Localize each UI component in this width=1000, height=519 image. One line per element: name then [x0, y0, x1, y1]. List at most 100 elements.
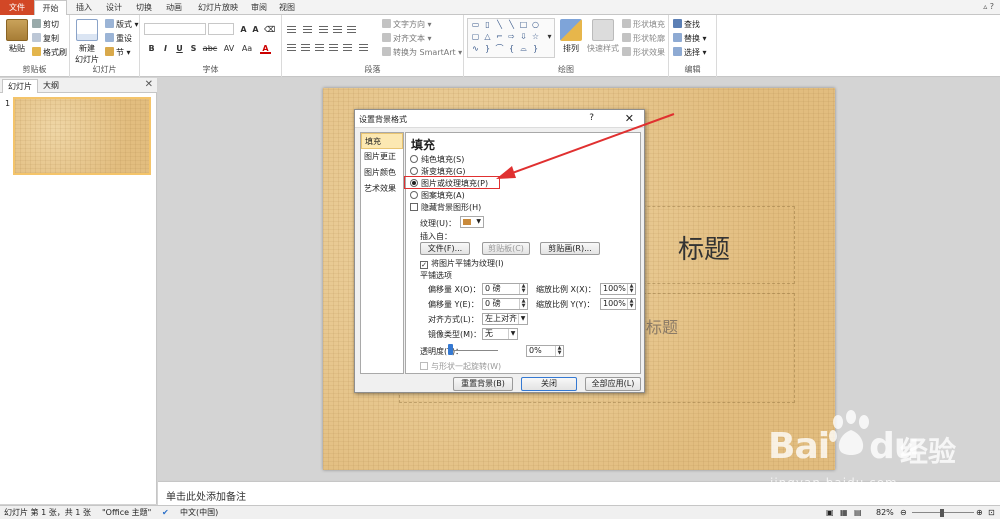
spinner-arrows-icon[interactable]: ▲ ▼: [627, 284, 635, 294]
gallery-more-icon[interactable]: ▾: [544, 32, 555, 42]
tab-animations[interactable]: 动画: [160, 0, 188, 15]
spinner-arrows-icon[interactable]: ▲ ▼: [627, 299, 635, 309]
line-shape-icon[interactable]: ╲: [494, 20, 505, 30]
offset-x-spinner[interactable]: 0 磅 ▲ ▼: [482, 283, 528, 295]
offset-y-spinner[interactable]: 0 磅 ▲ ▼: [482, 298, 528, 310]
select-button[interactable]: 选择 ▾: [673, 47, 707, 59]
clipart-button[interactable]: 剪贴画(R)...: [540, 242, 600, 255]
checkbox-checked[interactable]: ✓: [420, 261, 428, 269]
find-button[interactable]: 查找: [673, 19, 700, 31]
strikethrough-button[interactable]: abc: [202, 43, 218, 54]
curve-shape-icon[interactable]: ∿: [470, 44, 481, 54]
zoom-slider-thumb[interactable]: [940, 509, 944, 517]
normal-view-icon[interactable]: ▣: [826, 506, 834, 519]
transparency-slider-track[interactable]: [448, 350, 498, 351]
justify-icon[interactable]: [328, 42, 339, 52]
line-spacing-icon[interactable]: [346, 24, 357, 34]
triangle-shape-icon[interactable]: △: [482, 32, 493, 42]
text-direction-button[interactable]: 文字方向 ▾: [382, 19, 432, 31]
scale-x-spinner[interactable]: 100% ▲ ▼: [600, 283, 636, 295]
change-case-button[interactable]: Aa: [240, 43, 254, 54]
alignment-dropdown[interactable]: 左上对齐 ▼: [482, 313, 528, 325]
tab-design[interactable]: 设计: [100, 0, 128, 15]
corner-shape-icon[interactable]: ⌐: [494, 32, 505, 42]
tab-home[interactable]: 开始: [34, 0, 67, 16]
textbox-shape-icon[interactable]: ▭: [470, 20, 481, 30]
copy-button[interactable]: 复制: [32, 33, 59, 45]
nav-artistic-effects[interactable]: 艺术效果: [361, 181, 403, 197]
layout-button[interactable]: 版式 ▾: [105, 19, 139, 31]
star-shape-icon[interactable]: ☆: [530, 32, 541, 42]
increase-indent-icon[interactable]: [332, 24, 343, 34]
radio-solid-fill[interactable]: 纯色填充(S): [410, 154, 464, 165]
align-right-icon[interactable]: [314, 42, 325, 52]
paste-button[interactable]: 粘贴: [2, 19, 32, 54]
tile-as-texture-check[interactable]: ✓ 将图片平铺为纹理(I): [420, 258, 504, 269]
bracket-shape-icon[interactable]: {: [506, 44, 517, 54]
file-button[interactable]: 文件(F)...: [420, 242, 470, 255]
italic-button[interactable]: I: [160, 43, 171, 54]
fit-to-window-icon[interactable]: ⊡: [988, 506, 995, 519]
new-slide-button[interactable]: 新建 幻灯片: [72, 19, 102, 65]
checkbox[interactable]: [410, 203, 418, 211]
spinner-arrows-icon[interactable]: ▲ ▼: [519, 284, 527, 294]
align-center-icon[interactable]: [300, 42, 311, 52]
tab-outline-pane[interactable]: 大纲: [38, 79, 64, 93]
reset-background-button[interactable]: 重置背景(B): [453, 377, 513, 391]
brace2-shape-icon[interactable]: }: [530, 44, 541, 54]
textbox-v-shape-icon[interactable]: ▯: [482, 20, 493, 30]
tab-slideshow[interactable]: 幻灯片放映: [192, 0, 244, 15]
decrease-indent-icon[interactable]: [318, 24, 329, 34]
shape-effects-button[interactable]: 形状效果: [622, 47, 665, 59]
reading-view-icon[interactable]: ▤: [854, 506, 862, 519]
bold-button[interactable]: B: [146, 43, 157, 54]
brace-shape-icon[interactable]: }: [482, 44, 493, 54]
tab-slides-pane[interactable]: 幻灯片: [2, 79, 38, 93]
numbering-icon[interactable]: [302, 24, 313, 34]
scale-y-spinner[interactable]: 100% ▲ ▼: [600, 298, 636, 310]
arc2-shape-icon[interactable]: ⌓: [518, 44, 529, 54]
arrange-button[interactable]: 排列: [556, 19, 586, 54]
radio-pattern-fill[interactable]: 图案填充(A): [410, 190, 465, 201]
zoom-level[interactable]: 82%: [876, 506, 894, 519]
spellcheck-icon[interactable]: ✔: [162, 506, 169, 519]
shape-fill-button[interactable]: 形状填充: [622, 19, 665, 31]
replace-button[interactable]: 替换 ▾: [673, 33, 707, 45]
shapes-gallery[interactable]: ▭ ▯ ╲ ╲ □ ○ ▢ △ ⌐ ⇨ ⇩ ☆ ∿ } ⌒ { ⌓ } ▾: [467, 18, 555, 58]
shape-outline-button[interactable]: 形状轮廓: [622, 33, 665, 45]
zoom-in-icon[interactable]: ⊕: [976, 506, 983, 519]
hide-bg-graphics-check[interactable]: 隐藏背景图形(H): [410, 202, 481, 213]
radio-button[interactable]: [410, 191, 418, 199]
arrow-down-shape-icon[interactable]: ⇩: [518, 32, 529, 42]
slide-sorter-icon[interactable]: ▦: [840, 506, 848, 519]
line2-shape-icon[interactable]: ╲: [506, 20, 517, 30]
oval-shape-icon[interactable]: ○: [530, 20, 541, 30]
mirror-type-dropdown[interactable]: 无 ▼: [482, 328, 518, 340]
cut-button[interactable]: 剪切: [32, 19, 59, 31]
clear-format-icon[interactable]: ⌫: [264, 24, 275, 35]
shrink-font-icon[interactable]: A: [250, 24, 261, 35]
quick-styles-button[interactable]: 快速样式: [586, 19, 620, 54]
transparency-slider-thumb[interactable]: [448, 344, 453, 355]
rounded-rect-shape-icon[interactable]: ▢: [470, 32, 481, 42]
convert-smartart-button[interactable]: 转换为 SmartArt ▾: [382, 47, 462, 59]
nav-picture-color[interactable]: 图片颜色: [361, 165, 403, 181]
tab-insert[interactable]: 插入: [70, 0, 98, 15]
zoom-out-icon[interactable]: ⊖: [900, 506, 907, 519]
font-size-combo[interactable]: [208, 23, 234, 35]
close-button[interactable]: 关闭: [521, 377, 577, 391]
reset-button[interactable]: 重设: [105, 33, 132, 45]
distributed-icon[interactable]: [342, 42, 353, 52]
spinner-arrows-icon[interactable]: ▲ ▼: [555, 346, 563, 356]
tab-file[interactable]: 文件: [0, 0, 34, 15]
tab-transitions[interactable]: 切换: [130, 0, 158, 15]
apply-to-all-button[interactable]: 全部应用(L): [585, 377, 641, 391]
radio-button[interactable]: [410, 155, 418, 163]
arrow-right-shape-icon[interactable]: ⇨: [506, 32, 517, 42]
format-painter-button[interactable]: 格式刷: [32, 47, 67, 59]
arc-shape-icon[interactable]: ⌒: [494, 44, 505, 54]
section-button[interactable]: 节 ▾: [105, 47, 131, 59]
transparency-spinner[interactable]: 0% ▲ ▼: [526, 345, 564, 357]
spinner-arrows-icon[interactable]: ▲ ▼: [519, 299, 527, 309]
rect-shape-icon[interactable]: □: [518, 20, 529, 30]
